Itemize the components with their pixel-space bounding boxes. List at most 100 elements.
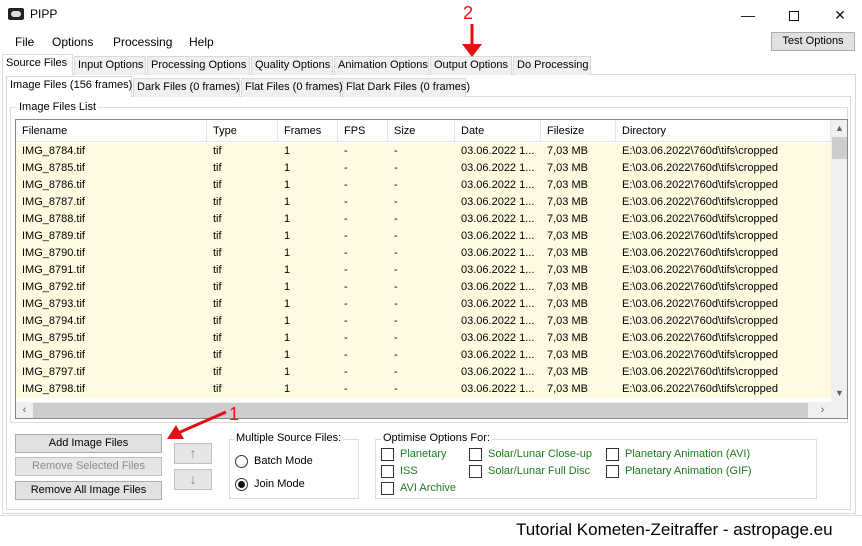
maximize-button[interactable] bbox=[771, 0, 817, 30]
table-cell: E:\03.06.2022\760d\tifs\cropped bbox=[622, 213, 778, 225]
solar-lunar-full-disc-checkbox[interactable] bbox=[469, 465, 482, 478]
hscroll-thumb[interactable] bbox=[33, 403, 808, 418]
col-fps[interactable]: FPS bbox=[338, 120, 388, 142]
batch-mode-label[interactable]: Batch Mode bbox=[254, 455, 313, 467]
add-image-files-button[interactable]: Add Image Files bbox=[15, 434, 162, 453]
subtab-flat-dark-files[interactable]: Flat Dark Files (0 frames) bbox=[342, 78, 470, 97]
table-row[interactable]: IMG_8793.tif tif 1 - - 03.06.2022 1... 7,03 MB… bbox=[16, 296, 831, 313]
solar-lunar-closeup-checkbox[interactable] bbox=[469, 448, 482, 461]
table-cell: IMG_8785.tif bbox=[22, 162, 85, 174]
table-cell: - bbox=[344, 366, 348, 378]
col-frames[interactable]: Frames bbox=[278, 120, 338, 142]
horizontal-scrollbar[interactable]: ‹ › bbox=[16, 402, 831, 418]
planetary-label[interactable]: Planetary bbox=[400, 448, 446, 460]
table-row[interactable]: IMG_8789.tif tif 1 - - 03.06.2022 1... 7,03 MB… bbox=[16, 228, 831, 245]
planetary-animation-gif-checkbox[interactable] bbox=[606, 465, 619, 478]
col-type[interactable]: Type bbox=[207, 120, 278, 142]
table-cell: - bbox=[394, 349, 398, 361]
table-row[interactable]: IMG_8786.tif tif 1 - - 03.06.2022 1... 7,03 MB… bbox=[16, 177, 831, 194]
image-files-list[interactable]: Filename Type Frames FPS Size Date Files… bbox=[15, 119, 848, 419]
planetary-checkbox[interactable] bbox=[381, 448, 394, 461]
table-cell: - bbox=[344, 145, 348, 157]
scroll-up-icon[interactable]: ▲ bbox=[831, 120, 847, 137]
test-options-button[interactable]: Test Options bbox=[771, 32, 855, 51]
table-row[interactable]: IMG_8792.tif tif 1 - - 03.06.2022 1... 7,03 MB… bbox=[16, 279, 831, 296]
tab-input-options[interactable]: Input Options bbox=[74, 56, 146, 75]
subtab-flat-files[interactable]: Flat Files (0 frames) bbox=[241, 78, 343, 97]
table-cell: IMG_8798.tif bbox=[22, 383, 85, 395]
table-cell: E:\03.06.2022\760d\tifs\cropped bbox=[622, 349, 778, 361]
remove-all-image-files-button[interactable]: Remove All Image Files bbox=[15, 481, 162, 500]
table-cell: 1 bbox=[284, 383, 291, 395]
move-up-button[interactable]: ↑ bbox=[174, 443, 212, 464]
table-row[interactable]: IMG_8796.tif tif 1 - - 03.06.2022 1... 7,03 MB… bbox=[16, 347, 831, 364]
tab-processing-options[interactable]: Processing Options bbox=[147, 56, 250, 75]
table-row[interactable]: IMG_8794.tif tif 1 - - 03.06.2022 1... 7,03 MB… bbox=[16, 313, 831, 330]
table-row[interactable]: IMG_8790.tif tif 1 - - 03.06.2022 1... 7,03 MB… bbox=[16, 245, 831, 262]
table-row[interactable]: IMG_8785.tif tif 1 - - 03.06.2022 1... 7,03 MB… bbox=[16, 160, 831, 177]
table-cell: tif bbox=[213, 196, 222, 208]
tab-output-options[interactable]: Output Options bbox=[430, 56, 512, 75]
col-filesize[interactable]: Filesize bbox=[541, 120, 616, 142]
table-cell: 1 bbox=[284, 264, 291, 276]
vertical-scrollbar[interactable]: ▲ ▼ bbox=[831, 120, 847, 402]
avi-archive-checkbox[interactable] bbox=[381, 482, 394, 495]
table-cell: 7,03 MB bbox=[547, 230, 588, 242]
iss-label[interactable]: ISS bbox=[400, 465, 418, 477]
table-cell: tif bbox=[213, 349, 222, 361]
join-mode-radio[interactable] bbox=[235, 478, 248, 491]
table-row[interactable]: IMG_8798.tif tif 1 - - 03.06.2022 1... 7,03 MB… bbox=[16, 381, 831, 398]
menu-processing[interactable]: Processing bbox=[113, 35, 172, 49]
table-cell: IMG_8792.tif bbox=[22, 281, 85, 293]
move-down-button[interactable]: ↓ bbox=[174, 469, 212, 490]
join-mode-label[interactable]: Join Mode bbox=[254, 478, 305, 490]
avi-archive-label[interactable]: AVI Archive bbox=[400, 482, 456, 494]
table-cell: tif bbox=[213, 366, 222, 378]
remove-selected-files-button[interactable]: Remove Selected Files bbox=[15, 457, 162, 476]
table-cell: E:\03.06.2022\760d\tifs\cropped bbox=[622, 264, 778, 276]
table-cell: 03.06.2022 1... bbox=[461, 281, 535, 293]
table-cell: E:\03.06.2022\760d\tifs\cropped bbox=[622, 179, 778, 191]
planetary-animation-gif-label[interactable]: Planetary Animation (GIF) bbox=[625, 465, 752, 477]
table-cell: 7,03 MB bbox=[547, 281, 588, 293]
tab-source-files[interactable]: Source Files bbox=[2, 54, 73, 75]
solar-lunar-closeup-label[interactable]: Solar/Lunar Close-up bbox=[488, 448, 592, 460]
table-row[interactable]: IMG_8797.tif tif 1 - - 03.06.2022 1... 7,03 MB… bbox=[16, 364, 831, 381]
table-row[interactable]: IMG_8795.tif tif 1 - - 03.06.2022 1... 7,03 MB… bbox=[16, 330, 831, 347]
subtab-dark-files[interactable]: Dark Files (0 frames) bbox=[133, 78, 240, 97]
scroll-left-icon[interactable]: ‹ bbox=[16, 402, 33, 418]
menu-options[interactable]: Options bbox=[52, 35, 93, 49]
table-cell: - bbox=[394, 366, 398, 378]
tab-quality-options[interactable]: Quality Options bbox=[251, 56, 333, 75]
tab-animation-options[interactable]: Animation Options bbox=[334, 56, 429, 75]
iss-checkbox[interactable] bbox=[381, 465, 394, 478]
solar-lunar-full-disc-label[interactable]: Solar/Lunar Full Disc bbox=[488, 465, 590, 477]
table-row[interactable]: IMG_8791.tif tif 1 - - 03.06.2022 1... 7,03 MB… bbox=[16, 262, 831, 279]
scroll-down-icon[interactable]: ▼ bbox=[831, 385, 847, 402]
table-row[interactable]: IMG_8788.tif tif 1 - - 03.06.2022 1... 7,03 MB… bbox=[16, 211, 831, 228]
table-cell: 7,03 MB bbox=[547, 349, 588, 361]
table-row[interactable]: IMG_8784.tif tif 1 - - 03.06.2022 1... 7,03 MB… bbox=[16, 143, 831, 160]
col-size[interactable]: Size bbox=[388, 120, 455, 142]
menu-help[interactable]: Help bbox=[189, 35, 214, 49]
col-date[interactable]: Date bbox=[455, 120, 541, 142]
menu-file[interactable]: File bbox=[15, 35, 34, 49]
table-row[interactable]: IMG_8787.tif tif 1 - - 03.06.2022 1... 7,03 MB… bbox=[16, 194, 831, 211]
table-cell: 1 bbox=[284, 213, 291, 225]
table-cell: 03.06.2022 1... bbox=[461, 230, 535, 242]
table-cell: 1 bbox=[284, 230, 291, 242]
planetary-animation-avi-label[interactable]: Planetary Animation (AVI) bbox=[625, 448, 750, 460]
table-cell: tif bbox=[213, 213, 222, 225]
scroll-right-icon[interactable]: › bbox=[814, 402, 831, 418]
minimize-button[interactable]: — bbox=[725, 0, 771, 30]
scroll-thumb[interactable] bbox=[832, 137, 847, 159]
subtab-image-files[interactable]: Image Files (156 frames) bbox=[6, 76, 132, 97]
close-button[interactable]: ✕ bbox=[817, 0, 862, 30]
planetary-animation-avi-checkbox[interactable] bbox=[606, 448, 619, 461]
table-cell: tif bbox=[213, 145, 222, 157]
batch-mode-radio[interactable] bbox=[235, 455, 248, 468]
tab-do-processing[interactable]: Do Processing bbox=[513, 56, 591, 75]
window-bottom-border bbox=[0, 515, 862, 516]
col-filename[interactable]: Filename bbox=[16, 120, 207, 142]
col-directory[interactable]: Directory bbox=[616, 120, 831, 142]
